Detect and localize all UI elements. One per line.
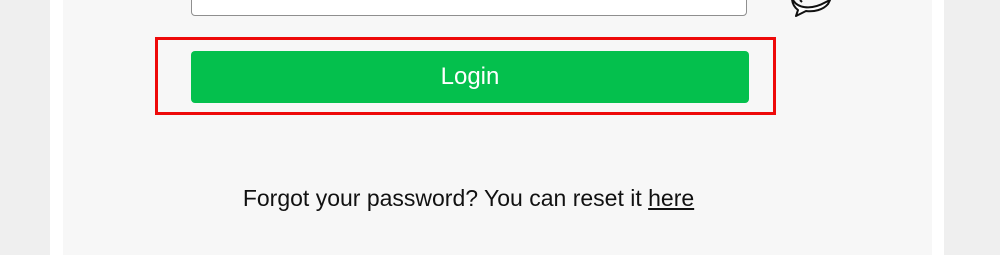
login-page: Login Forgot your password? You can rese… bbox=[0, 0, 1000, 255]
reset-password-link[interactable]: here bbox=[648, 185, 694, 211]
forgot-password-prompt: Forgot your password? You can reset it bbox=[242, 185, 642, 211]
speech-bubble-icon bbox=[786, 0, 832, 18]
login-button[interactable]: Login bbox=[191, 51, 749, 103]
password-field[interactable] bbox=[191, 0, 747, 16]
forgot-password-line: Forgot your password? You can reset it h… bbox=[63, 185, 874, 212]
